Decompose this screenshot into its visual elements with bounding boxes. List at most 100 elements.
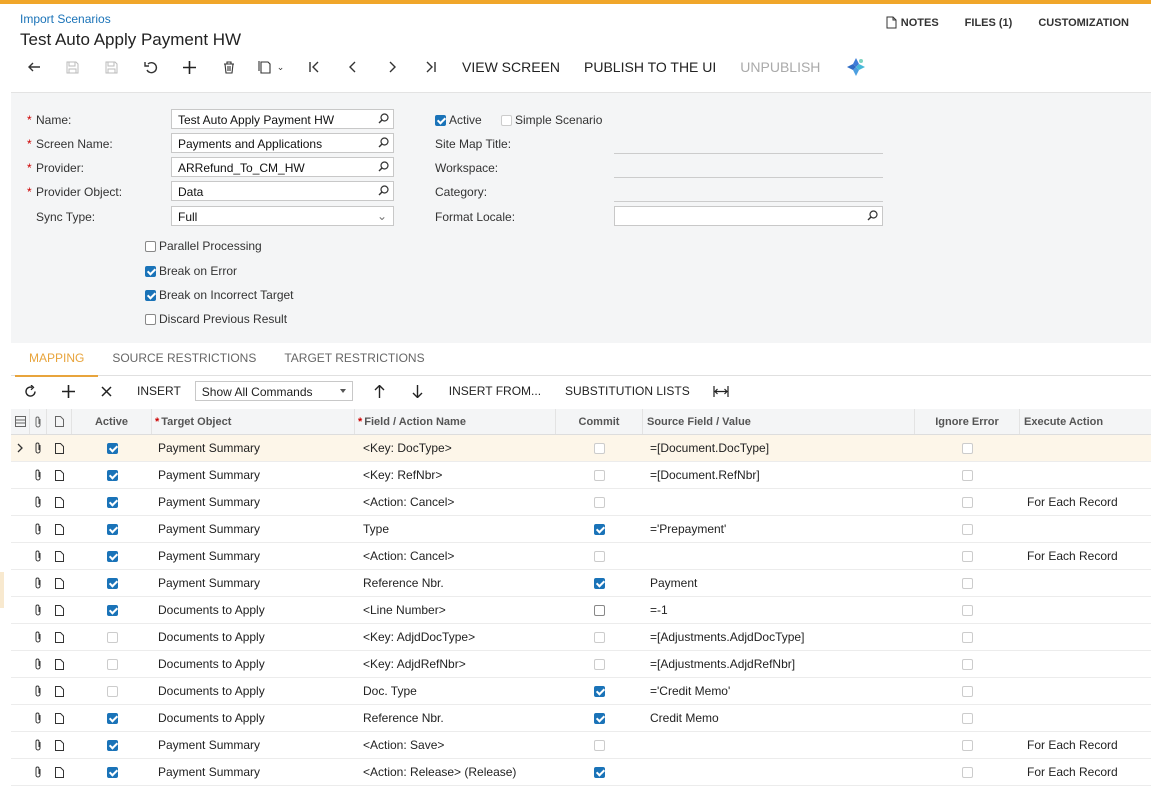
execute-action-cell[interactable] bbox=[1020, 705, 1151, 731]
next-record-icon[interactable] bbox=[372, 55, 411, 79]
break-on-incorrect-target-checkbox[interactable]: Break on Incorrect Target bbox=[145, 288, 294, 302]
field-action-cell[interactable]: <Key: AdjdRefNbr> bbox=[355, 651, 564, 677]
field-action-cell[interactable]: <Action: Release> (Release) bbox=[355, 759, 564, 785]
search-icon[interactable] bbox=[378, 161, 389, 175]
site-map-title-field[interactable] bbox=[614, 153, 883, 154]
paperclip-icon[interactable] bbox=[30, 435, 47, 461]
target-object-cell[interactable]: Documents to Apply bbox=[152, 678, 361, 704]
target-object-cell[interactable]: Documents to Apply bbox=[152, 624, 361, 650]
active-checkbox[interactable] bbox=[72, 516, 152, 542]
note-icon[interactable] bbox=[47, 435, 72, 461]
note-icon[interactable] bbox=[47, 543, 72, 569]
row-selector[interactable] bbox=[11, 462, 30, 488]
active-checkbox[interactable]: Active bbox=[435, 113, 482, 127]
source-field-column-header[interactable]: Source Field / Value bbox=[643, 409, 915, 434]
move-down-icon[interactable] bbox=[399, 378, 437, 404]
ai-assistant-icon[interactable] bbox=[844, 55, 868, 79]
source-field-cell[interactable]: Credit Memo bbox=[643, 705, 922, 731]
target-object-cell[interactable]: Documents to Apply bbox=[152, 705, 361, 731]
screen-name-field[interactable]: Payments and Applications bbox=[171, 133, 394, 153]
source-field-cell[interactable]: =[Document.RefNbr] bbox=[643, 462, 922, 488]
category-field[interactable] bbox=[614, 201, 883, 202]
note-icon[interactable] bbox=[47, 759, 72, 785]
delete-row-icon[interactable] bbox=[87, 378, 125, 404]
active-checkbox[interactable] bbox=[72, 678, 152, 704]
row-selector[interactable] bbox=[11, 759, 30, 785]
paperclip-icon[interactable] bbox=[30, 624, 47, 650]
commit-checkbox[interactable] bbox=[556, 651, 643, 677]
target-object-cell[interactable]: Payment Summary bbox=[152, 489, 361, 515]
publish-button[interactable]: PUBLISH TO THE UI bbox=[584, 59, 716, 75]
ignore-error-checkbox[interactable] bbox=[915, 489, 1020, 515]
commit-checkbox[interactable] bbox=[556, 732, 643, 758]
target-object-cell[interactable]: Payment Summary bbox=[152, 435, 361, 461]
commit-checkbox[interactable] bbox=[556, 624, 643, 650]
workspace-field[interactable] bbox=[614, 177, 883, 178]
search-icon[interactable] bbox=[867, 210, 878, 224]
tab-target-restrictions[interactable]: TARGET RESTRICTIONS bbox=[270, 342, 438, 375]
execute-action-column-header[interactable]: Execute Action bbox=[1020, 409, 1151, 434]
source-field-cell[interactable]: =-1 bbox=[643, 597, 922, 623]
field-action-cell[interactable]: <Action: Cancel> bbox=[355, 543, 564, 569]
substitution-lists-button[interactable]: SUBSTITUTION LISTS bbox=[565, 384, 690, 398]
paperclip-icon[interactable] bbox=[30, 462, 47, 488]
table-row[interactable]: Documents to Apply Doc. Type ='Credit Memo… bbox=[11, 678, 1151, 705]
ignore-error-checkbox[interactable] bbox=[915, 462, 1020, 488]
files-link[interactable]: FILES (1) bbox=[965, 16, 1013, 29]
note-icon[interactable] bbox=[47, 705, 72, 731]
active-checkbox[interactable] bbox=[72, 543, 152, 569]
commit-checkbox[interactable] bbox=[556, 570, 643, 596]
field-action-cell[interactable]: Doc. Type bbox=[355, 678, 564, 704]
execute-action-cell[interactable] bbox=[1020, 678, 1151, 704]
unpublish-button[interactable]: UNPUBLISH bbox=[740, 59, 820, 75]
row-selector[interactable] bbox=[11, 678, 30, 704]
commit-checkbox[interactable] bbox=[556, 705, 643, 731]
field-action-cell[interactable]: Reference Nbr. bbox=[355, 570, 564, 596]
field-action-column-header[interactable]: Field / Action Name bbox=[355, 409, 556, 434]
paperclip-icon[interactable] bbox=[30, 597, 47, 623]
field-action-cell[interactable]: <Action: Save> bbox=[355, 732, 564, 758]
commit-column-header[interactable]: Commit bbox=[556, 409, 643, 434]
row-selector[interactable] bbox=[11, 651, 30, 677]
paperclip-icon[interactable] bbox=[30, 759, 47, 785]
note-icon[interactable] bbox=[47, 570, 72, 596]
commit-checkbox[interactable] bbox=[556, 759, 643, 785]
execute-action-cell[interactable]: For Each Record bbox=[1020, 543, 1151, 569]
execute-action-cell[interactable] bbox=[1020, 624, 1151, 650]
save-close-icon[interactable] bbox=[92, 55, 131, 79]
table-row[interactable]: Payment Summary <Action: Save> For Each Re… bbox=[11, 732, 1151, 759]
delete-icon[interactable] bbox=[209, 55, 248, 79]
breadcrumb[interactable]: Import Scenarios bbox=[20, 12, 111, 26]
save-icon[interactable] bbox=[53, 55, 92, 79]
field-action-cell[interactable]: Reference Nbr. bbox=[355, 705, 564, 731]
back-icon[interactable] bbox=[14, 55, 53, 79]
execute-action-cell[interactable]: For Each Record bbox=[1020, 489, 1151, 515]
paperclip-icon[interactable] bbox=[30, 516, 47, 542]
source-field-cell[interactable]: =[Document.DocType] bbox=[643, 435, 922, 461]
row-selector[interactable] bbox=[11, 516, 30, 542]
row-selector[interactable] bbox=[11, 705, 30, 731]
fit-columns-icon[interactable] bbox=[702, 378, 740, 404]
refresh-icon[interactable] bbox=[11, 378, 49, 404]
command-filter-select[interactable]: Show All Commands bbox=[194, 381, 353, 401]
commit-checkbox[interactable] bbox=[556, 462, 643, 488]
provider-field[interactable]: ARRefund_To_CM_HW bbox=[171, 157, 394, 177]
target-object-cell[interactable]: Payment Summary bbox=[152, 570, 361, 596]
ignore-error-checkbox[interactable] bbox=[915, 435, 1020, 461]
execute-action-cell[interactable] bbox=[1020, 651, 1151, 677]
active-checkbox[interactable] bbox=[72, 624, 152, 650]
paperclip-icon[interactable] bbox=[30, 678, 47, 704]
prev-record-icon[interactable] bbox=[333, 55, 372, 79]
add-icon[interactable] bbox=[170, 55, 209, 79]
target-object-cell[interactable]: Payment Summary bbox=[152, 732, 361, 758]
note-icon[interactable] bbox=[47, 489, 72, 515]
table-row[interactable]: Documents to Apply <Key: AdjdRefNbr> =[Adj… bbox=[11, 651, 1151, 678]
note-icon[interactable] bbox=[47, 462, 72, 488]
note-icon[interactable] bbox=[47, 651, 72, 677]
paperclip-icon[interactable] bbox=[30, 705, 47, 731]
search-icon[interactable] bbox=[378, 137, 389, 151]
source-field-cell[interactable]: =[Adjustments.AdjdRefNbr] bbox=[643, 651, 922, 677]
execute-action-cell[interactable] bbox=[1020, 435, 1151, 461]
ignore-error-checkbox[interactable] bbox=[915, 678, 1020, 704]
active-checkbox[interactable] bbox=[72, 705, 152, 731]
